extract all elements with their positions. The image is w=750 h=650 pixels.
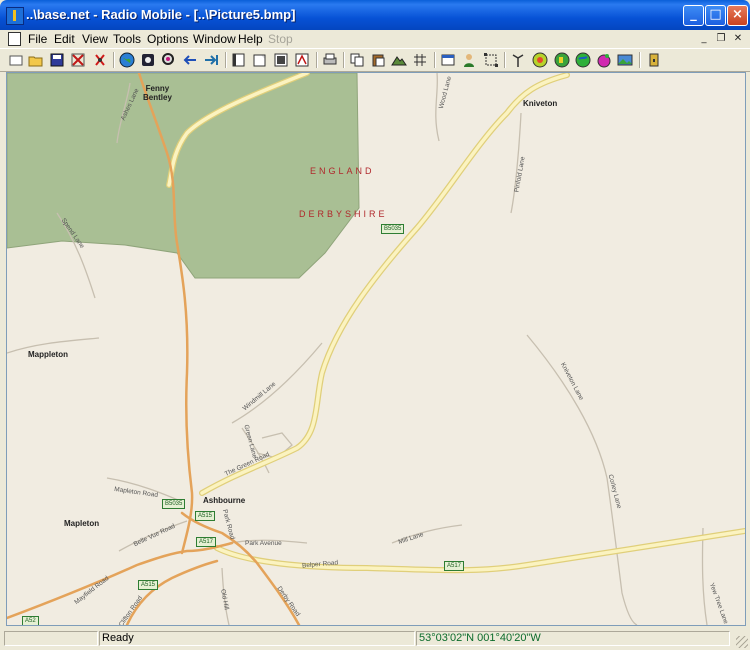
maximize-icon: □ xyxy=(709,7,722,22)
palette-icon[interactable] xyxy=(596,52,612,68)
status-text: Ready xyxy=(99,631,415,646)
road-label-a515: A515 xyxy=(138,580,159,590)
unit-icon[interactable] xyxy=(92,52,108,68)
close-icon: × xyxy=(732,7,743,22)
minimize-icon: _ xyxy=(690,7,697,22)
map-window-icon[interactable] xyxy=(440,52,456,68)
map-globe-icon[interactable] xyxy=(554,52,570,68)
road-label-b5035: B5035 xyxy=(381,224,405,234)
menu-help[interactable]: Help xyxy=(238,32,263,46)
toolbar-separator xyxy=(113,52,115,68)
paste-icon[interactable] xyxy=(370,52,386,68)
status-bar: Ready 53°03'02"N 001°40'20"W xyxy=(0,628,750,650)
toolbar-separator xyxy=(434,52,436,68)
scissors-icon[interactable] xyxy=(70,52,86,68)
maximize-button[interactable]: □ xyxy=(705,5,726,26)
globe-icon[interactable] xyxy=(119,52,135,68)
toolbar-separator xyxy=(316,52,318,68)
toolbar-separator xyxy=(225,52,227,68)
radio-mobile-app-icon[interactable] xyxy=(6,7,24,25)
copy-window-icon[interactable] xyxy=(273,52,289,68)
town-ashbourne: Ashbourne xyxy=(203,496,246,505)
picture-icon[interactable] xyxy=(617,52,633,68)
road-label-a52: A52 xyxy=(22,616,39,625)
document-icon[interactable] xyxy=(8,32,21,46)
status-coordinates: 53°03'02"N 001°40'20"W xyxy=(416,631,730,646)
toolbar-separator xyxy=(639,52,641,68)
menu-edit[interactable]: Edit xyxy=(54,32,75,46)
title-bar: ..\base.net - Radio Mobile - [..\Picture… xyxy=(0,0,750,30)
back-arrow-icon[interactable] xyxy=(182,52,198,68)
menu-bar: File Edit View Tools Options Window Help… xyxy=(0,30,750,48)
copy-icon[interactable] xyxy=(349,52,365,68)
pdf-icon[interactable] xyxy=(294,52,310,68)
exit-icon[interactable] xyxy=(646,52,662,68)
road-a52 xyxy=(7,541,234,620)
town-mapleton: Mapleton xyxy=(64,519,100,528)
menu-options[interactable]: Options xyxy=(147,32,188,46)
toolbar xyxy=(0,48,750,72)
world-icon[interactable] xyxy=(575,52,591,68)
town-kniveton: Kniveton xyxy=(523,99,558,108)
forward-arrow-icon[interactable] xyxy=(203,52,219,68)
region-england: ENGLAND xyxy=(310,166,375,176)
region-derbyshire: DERBYSHIRE xyxy=(299,209,388,219)
new-window-icon[interactable] xyxy=(252,52,268,68)
menu-window[interactable]: Window xyxy=(193,32,236,46)
road-label-a517: A517 xyxy=(444,561,465,571)
mdi-minimize-icon[interactable]: _ xyxy=(697,32,711,45)
woodland-area xyxy=(7,73,360,279)
minimize-button[interactable]: _ xyxy=(683,5,704,26)
road-a515-south xyxy=(125,559,219,625)
toolbar-separator xyxy=(343,52,345,68)
print-icon[interactable] xyxy=(322,52,338,68)
road-derby xyxy=(180,511,301,625)
open-icon[interactable] xyxy=(28,52,44,68)
window-title: ..\base.net - Radio Mobile - [..\Picture… xyxy=(26,7,296,22)
menu-tools[interactable]: Tools xyxy=(113,32,141,46)
menu-view[interactable]: View xyxy=(82,32,108,46)
mdi-close-icon[interactable]: ✕ xyxy=(731,32,745,45)
person-icon[interactable] xyxy=(461,52,477,68)
resize-grip[interactable] xyxy=(736,636,748,648)
road-label-a517: A517 xyxy=(196,537,217,547)
window-icon[interactable] xyxy=(231,52,247,68)
menu-file[interactable]: File xyxy=(28,32,47,46)
road-label-b5035: B5035 xyxy=(162,499,186,509)
map-canvas[interactable] xyxy=(7,73,745,625)
search-icon[interactable] xyxy=(161,52,177,68)
network-icon[interactable] xyxy=(140,52,156,68)
save-icon[interactable] xyxy=(49,52,65,68)
lane-label-park-avenue: Park Avenue xyxy=(245,540,282,547)
road-a517-core xyxy=(215,529,745,572)
town-mappleton: Mappleton xyxy=(28,350,68,359)
terrain-icon[interactable] xyxy=(391,52,407,68)
grid-icon[interactable] xyxy=(412,52,428,68)
new-icon[interactable] xyxy=(8,52,24,68)
antenna-icon[interactable] xyxy=(510,52,526,68)
status-pane-empty xyxy=(4,631,98,646)
close-button[interactable]: × xyxy=(727,5,748,26)
town-fenny-bentley: Fenny Bentley xyxy=(143,84,172,102)
coverage-icon[interactable] xyxy=(532,52,548,68)
mdi-restore-icon[interactable]: ❐ xyxy=(714,32,728,45)
menu-stop: Stop xyxy=(268,32,293,46)
map-view[interactable]: Fenny Bentley Kniveton Mappleton Mapleton… xyxy=(6,72,746,626)
lane-kniveton xyxy=(526,334,608,479)
road-label-a515: A515 xyxy=(195,511,216,521)
lane-yew-tree xyxy=(701,527,708,625)
toolbar-separator xyxy=(504,52,506,68)
select-icon[interactable] xyxy=(483,52,499,68)
